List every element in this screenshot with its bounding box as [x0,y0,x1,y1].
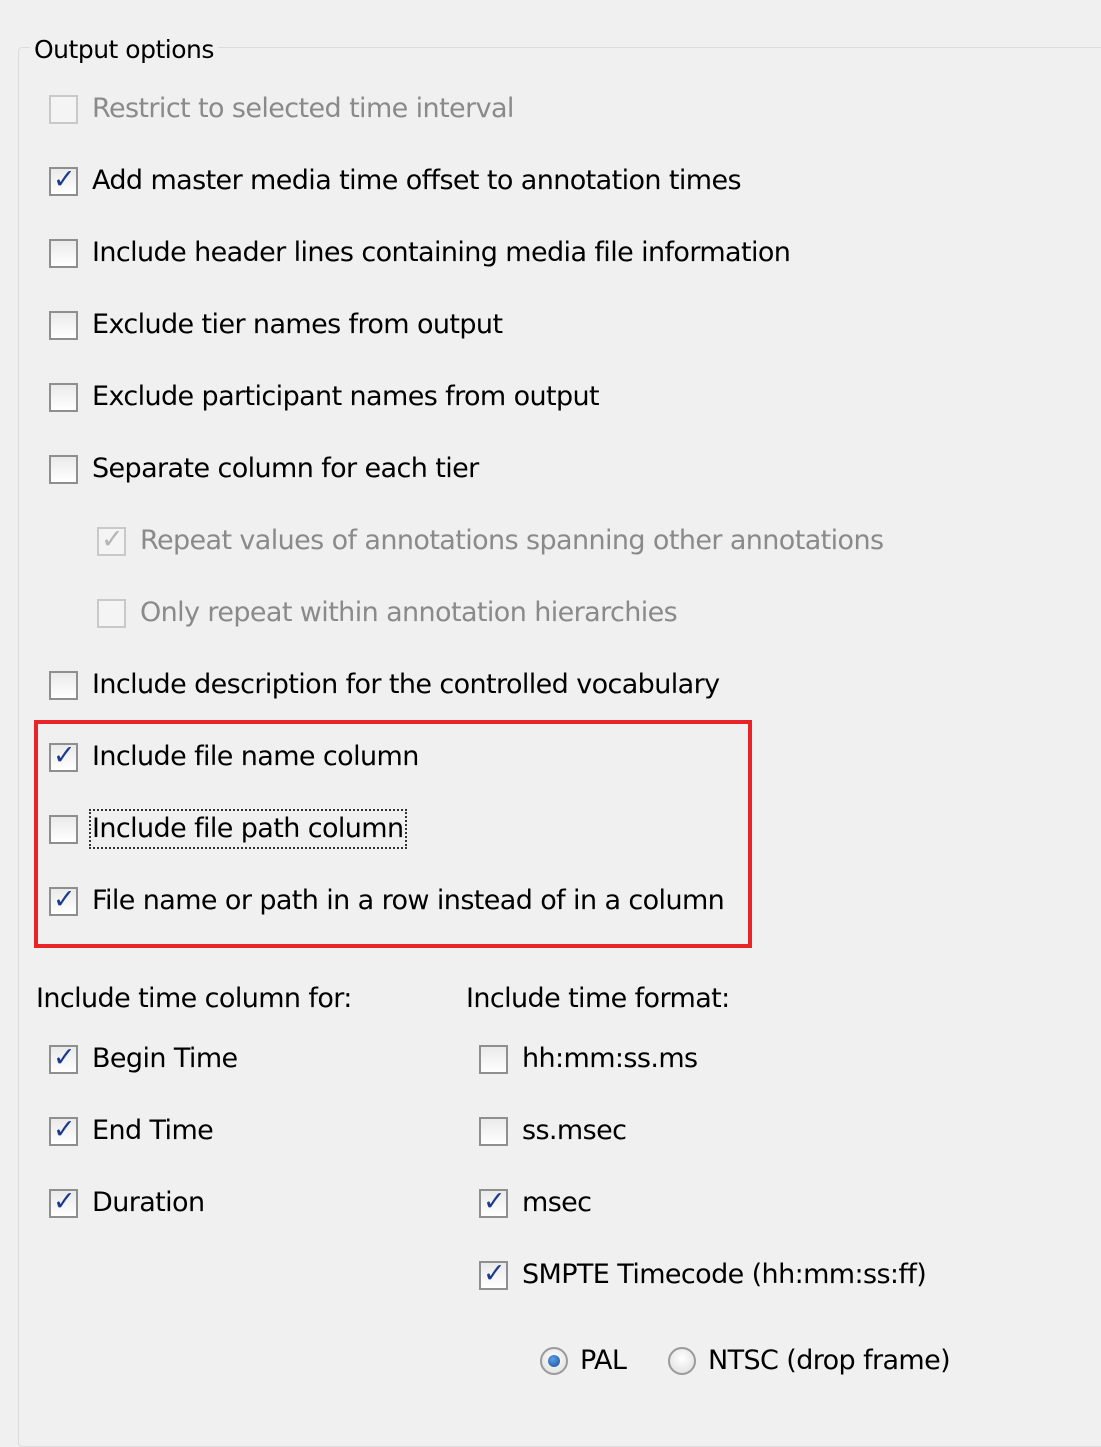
checkmark-icon: ✓ [483,1257,506,1289]
checkmark-icon: ✓ [53,883,76,915]
option-include-header-lines[interactable]: Include header lines containing media fi… [49,233,791,273]
option-label: Begin Time [92,1043,238,1074]
option-exclude-tier-names[interactable]: Exclude tier names from output [49,305,503,345]
option-label: Add master media time offset to annotati… [92,165,742,196]
checkbox[interactable] [49,670,78,700]
option-include-file-path-column[interactable]: Include file path column [49,809,407,849]
option-label: Duration [92,1187,205,1218]
option-label: End Time [92,1115,214,1146]
option-label: msec [522,1187,592,1218]
checkbox[interactable]: ✓ [479,1186,508,1218]
radio-pal[interactable]: PAL [540,1341,627,1381]
checkbox[interactable] [479,1116,508,1146]
option-label: Include file path column [89,809,407,849]
checkmark-icon: ✓ [53,1185,76,1217]
option-exclude-participant-names[interactable]: Exclude participant names from output [49,377,600,417]
group-title: Output options [30,34,218,66]
option-add-master-media-offset[interactable]: ✓ Add master media time offset to annota… [49,161,742,201]
checkbox[interactable] [97,598,126,628]
option-file-name-in-row[interactable]: ✓ File name or path in a row instead of … [49,881,725,921]
option-label: Include description for the controlled v… [92,669,720,700]
checkbox[interactable]: ✓ [49,1114,78,1146]
option-label: Include file name column [92,741,419,772]
checkbox[interactable]: ✓ [49,884,78,916]
checkbox[interactable]: ✓ [49,164,78,196]
time-format-msec[interactable]: ✓ msec [479,1183,592,1223]
time-format-ssmsec[interactable]: ss.msec [479,1111,627,1151]
time-column-end[interactable]: ✓ End Time [49,1111,214,1151]
option-label: ss.msec [522,1115,627,1146]
option-restrict-time-interval[interactable]: Restrict to selected time interval [49,89,514,129]
radio-button[interactable] [668,1347,696,1375]
option-label: Only repeat within annotation hierarchie… [140,597,678,628]
option-include-file-name-column[interactable]: ✓ Include file name column [49,737,419,777]
checkmark-icon: ✓ [53,1113,76,1145]
checkbox[interactable] [49,310,78,340]
radio-button[interactable] [540,1347,568,1375]
time-column-duration[interactable]: ✓ Duration [49,1183,205,1223]
radio-label: NTSC (drop frame) [708,1345,951,1376]
option-label: Repeat values of annotations spanning ot… [140,525,884,556]
checkbox[interactable]: ✓ [49,740,78,772]
time-column-begin[interactable]: ✓ Begin Time [49,1039,238,1079]
time-column-heading: Include time column for: [36,983,352,1014]
option-label: Include header lines containing media fi… [92,237,791,268]
checkmark-icon: ✓ [53,1041,76,1073]
radio-label: PAL [580,1345,627,1376]
time-format-hhmmss[interactable]: hh:mm:ss.ms [479,1039,698,1079]
option-label: Restrict to selected time interval [92,93,514,124]
checkbox[interactable] [49,814,78,844]
radio-dot-icon [548,1355,560,1367]
checkmark-icon: ✓ [53,163,76,195]
option-label: Exclude participant names from output [92,381,600,412]
checkbox[interactable] [49,454,78,484]
checkbox[interactable] [49,382,78,412]
checkbox[interactable] [479,1044,508,1074]
checkbox[interactable]: ✓ [49,1042,78,1074]
option-separate-column-each-tier[interactable]: Separate column for each tier [49,449,479,489]
time-format-heading: Include time format: [466,983,730,1014]
radio-ntsc[interactable]: NTSC (drop frame) [668,1341,951,1381]
option-repeat-values[interactable]: ✓ Repeat values of annotations spanning … [97,521,884,561]
checkbox[interactable]: ✓ [97,524,126,556]
option-label: File name or path in a row instead of in… [92,885,725,916]
checkmark-icon: ✓ [483,1185,506,1217]
option-label: hh:mm:ss.ms [522,1043,698,1074]
option-label: SMPTE Timecode (hh:mm:ss:ff) [522,1259,927,1290]
checkmark-icon: ✓ [53,739,76,771]
option-label: Separate column for each tier [92,453,479,484]
time-format-smpte[interactable]: ✓ SMPTE Timecode (hh:mm:ss:ff) [479,1255,927,1295]
option-label: Exclude tier names from output [92,309,503,340]
option-only-repeat-within-hierarchies[interactable]: Only repeat within annotation hierarchie… [97,593,678,633]
option-include-cv-description[interactable]: Include description for the controlled v… [49,665,720,705]
checkbox[interactable] [49,238,78,268]
checkmark-icon: ✓ [101,523,124,555]
checkbox[interactable] [49,94,78,124]
checkbox[interactable]: ✓ [479,1258,508,1290]
checkbox[interactable]: ✓ [49,1186,78,1218]
